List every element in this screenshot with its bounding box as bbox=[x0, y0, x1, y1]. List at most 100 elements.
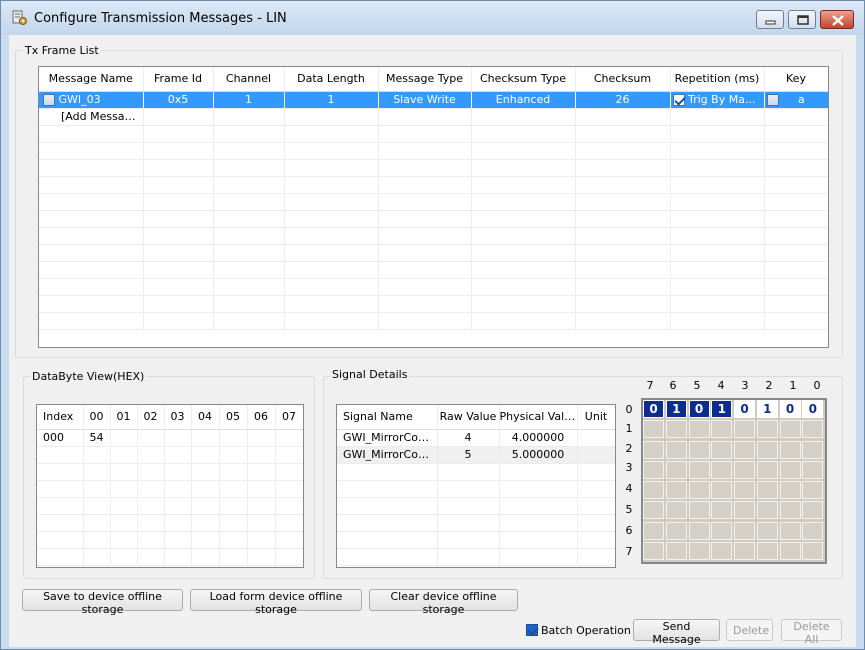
bit-cell[interactable] bbox=[665, 460, 687, 479]
bit-cell[interactable] bbox=[643, 481, 664, 499]
bit-cell[interactable] bbox=[688, 481, 710, 499]
byte-cell[interactable] bbox=[275, 429, 303, 447]
bit-cell[interactable] bbox=[756, 541, 778, 560]
col-message-name[interactable]: Message Name bbox=[39, 67, 144, 92]
byte-cell[interactable] bbox=[110, 429, 138, 447]
bit-cell[interactable] bbox=[643, 541, 664, 560]
table-row[interactable]: GWI_MirrorCom... 5 5.000000 bbox=[337, 446, 615, 464]
bit-cell[interactable] bbox=[802, 440, 824, 459]
clear-offline-button[interactable]: Clear device offline storage bbox=[369, 589, 518, 616]
byte-cell[interactable]: 54 bbox=[83, 429, 111, 447]
delete-button[interactable]: Delete bbox=[726, 619, 773, 641]
message-enable-checkbox[interactable] bbox=[43, 94, 55, 106]
table-row[interactable]: 000 54 bbox=[37, 429, 303, 447]
byte-cell[interactable] bbox=[164, 429, 192, 447]
data-length-cell[interactable]: 1 bbox=[284, 91, 379, 109]
maximize-button[interactable] bbox=[788, 10, 816, 29]
raw-value-cell[interactable]: 5 bbox=[437, 446, 500, 464]
title-bar[interactable]: Configure Transmission Messages - LIN bbox=[1, 1, 864, 35]
bit-cell[interactable] bbox=[734, 460, 755, 479]
add-message-row[interactable]: [Add Message] bbox=[39, 108, 828, 126]
bit-cell[interactable] bbox=[643, 420, 664, 439]
bit-value-cell[interactable]: 0 bbox=[779, 400, 801, 418]
bit-cell[interactable] bbox=[779, 420, 801, 439]
close-button[interactable] bbox=[820, 10, 854, 29]
bit-value-cell[interactable]: 1 bbox=[665, 400, 687, 418]
bit-cell[interactable] bbox=[756, 460, 778, 479]
bit-cell[interactable] bbox=[643, 501, 664, 520]
bit-cell[interactable] bbox=[688, 420, 710, 439]
bit-cell[interactable] bbox=[711, 521, 733, 540]
bit-cell[interactable] bbox=[779, 481, 801, 499]
bit-cell[interactable] bbox=[756, 440, 778, 459]
col-key[interactable]: Key bbox=[764, 67, 828, 92]
bit-cell[interactable] bbox=[756, 501, 778, 520]
col-message-type[interactable]: Message Type bbox=[378, 67, 472, 92]
col-data-length[interactable]: Data Length bbox=[284, 67, 379, 92]
delete-all-button[interactable]: Delete All bbox=[781, 619, 842, 646]
bit-cell[interactable] bbox=[665, 420, 687, 439]
key-cell[interactable]: a bbox=[764, 91, 828, 109]
table-row[interactable]: GWI_MirrorCom... 4 4.000000 bbox=[337, 429, 615, 447]
physical-value-cell[interactable]: 5.000000 bbox=[499, 446, 578, 464]
bit-cell[interactable] bbox=[802, 481, 824, 499]
bit-cell[interactable] bbox=[711, 481, 733, 499]
bit-cell[interactable] bbox=[688, 541, 710, 560]
bit-value-cell[interactable]: 0 bbox=[688, 400, 710, 418]
add-message-cell[interactable]: [Add Message] bbox=[39, 108, 144, 126]
bit-cell[interactable] bbox=[688, 501, 710, 520]
bit-cell[interactable] bbox=[665, 521, 687, 540]
bit-cell[interactable] bbox=[734, 440, 755, 459]
bit-cell[interactable] bbox=[734, 521, 755, 540]
bit-cell[interactable] bbox=[688, 460, 710, 479]
bit-cell[interactable] bbox=[734, 541, 755, 560]
batch-operation-checkbox[interactable] bbox=[526, 624, 538, 636]
bit-cell[interactable] bbox=[802, 521, 824, 540]
bit-cell[interactable] bbox=[643, 440, 664, 459]
bit-cell[interactable] bbox=[779, 521, 801, 540]
bit-cell[interactable] bbox=[688, 521, 710, 540]
message-name-cell[interactable]: GWI_03 bbox=[39, 91, 144, 109]
bit-cell[interactable] bbox=[802, 541, 824, 560]
bit-cell[interactable] bbox=[665, 501, 687, 520]
channel-cell[interactable]: 1 bbox=[213, 91, 285, 109]
bit-cell[interactable] bbox=[643, 521, 664, 540]
minimize-button[interactable] bbox=[756, 10, 784, 29]
col-checksum[interactable]: Checksum bbox=[575, 67, 671, 92]
bit-cell[interactable] bbox=[756, 420, 778, 439]
bit-cell[interactable] bbox=[734, 501, 755, 520]
byte-cell[interactable] bbox=[247, 429, 276, 447]
bit-cell[interactable] bbox=[802, 501, 824, 520]
bit-value-cell[interactable]: 1 bbox=[711, 400, 733, 418]
load-offline-button[interactable]: Load form device offline storage bbox=[190, 589, 362, 616]
bit-cell[interactable] bbox=[779, 440, 801, 459]
bit-cell[interactable] bbox=[665, 440, 687, 459]
bit-cell[interactable] bbox=[734, 481, 755, 499]
frame-id-cell[interactable]: 0x5 bbox=[143, 91, 214, 109]
bit-cell[interactable] bbox=[711, 541, 733, 560]
bit-cell[interactable] bbox=[802, 420, 824, 439]
databyte-table[interactable]: Index 00 01 02 03 04 05 06 07 000 54 bbox=[36, 404, 304, 568]
repetition-checkbox[interactable] bbox=[672, 94, 685, 106]
bit-cell[interactable] bbox=[756, 521, 778, 540]
bit-value-cell[interactable]: 1 bbox=[756, 400, 778, 418]
bit-cell[interactable] bbox=[711, 420, 733, 439]
tx-frame-table[interactable]: Message Name Frame Id Channel Data Lengt… bbox=[38, 66, 829, 348]
bit-cell[interactable] bbox=[643, 460, 664, 479]
byte-cell[interactable] bbox=[219, 429, 248, 447]
bit-value-cell[interactable]: 0 bbox=[802, 400, 824, 418]
bit-cell[interactable] bbox=[711, 460, 733, 479]
col-channel[interactable]: Channel bbox=[213, 67, 285, 92]
raw-value-cell[interactable]: 4 bbox=[437, 429, 500, 447]
bit-cell[interactable] bbox=[779, 501, 801, 520]
bit-cell[interactable] bbox=[756, 481, 778, 499]
bit-cell[interactable] bbox=[665, 541, 687, 560]
save-offline-button[interactable]: Save to device offline storage bbox=[22, 589, 183, 616]
bit-cell[interactable] bbox=[688, 440, 710, 459]
bit-cell[interactable] bbox=[779, 460, 801, 479]
physical-value-cell[interactable]: 4.000000 bbox=[499, 429, 578, 447]
checksum-type-cell[interactable]: Enhanced bbox=[471, 91, 576, 109]
checksum-cell[interactable]: 26 bbox=[575, 91, 671, 109]
bit-cell[interactable] bbox=[779, 541, 801, 560]
bit-grid[interactable]: 01010100 bbox=[641, 398, 827, 564]
